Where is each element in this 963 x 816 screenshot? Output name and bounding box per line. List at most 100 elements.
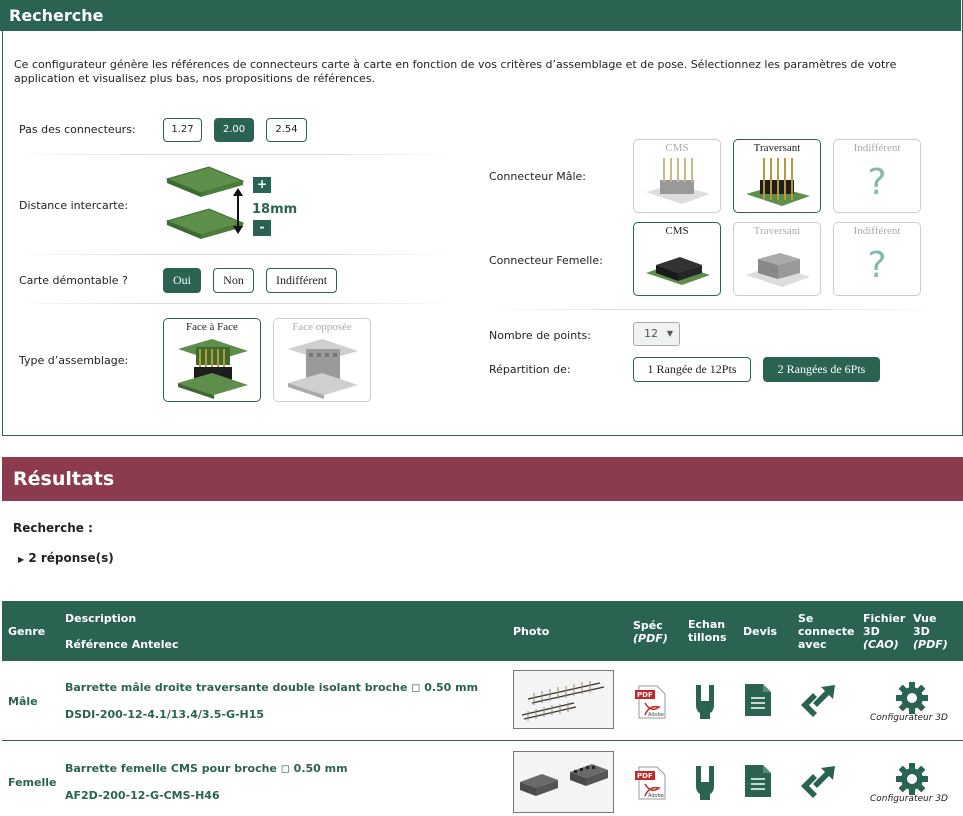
col-vue-1: Vue (913, 612, 937, 625)
pdf-icon[interactable]: PDF Adobe (635, 766, 667, 800)
male-cms-image (646, 158, 710, 204)
product-photo[interactable] (513, 670, 614, 729)
divider (14, 254, 454, 255)
configurateur-3d-link[interactable]: Configurateur 3D (870, 794, 948, 804)
chevron-down-icon: ▼ (666, 329, 673, 338)
row-description[interactable]: Barrette femelle CMS pour broche ◻ 0.50 … (65, 762, 348, 775)
distance-label: Distance intercarte: (19, 199, 129, 212)
col-spec: Spéc (PDF) (633, 619, 668, 645)
col-fichier-1: Fichier (863, 612, 906, 625)
option-caption: Face opposée (292, 321, 352, 333)
responses-toggle[interactable]: ▶ 2 réponse(s) (18, 551, 114, 565)
assemblage-face-a-face-option[interactable]: Face à Face (163, 318, 261, 402)
option-caption: Traversant (753, 225, 801, 237)
col-vue-3: (PDF) (913, 638, 948, 651)
face-opposee-image (288, 339, 358, 399)
male-indifferent-option[interactable]: Indifférent ? (833, 139, 921, 213)
col-reference: Référence Antelec (65, 638, 179, 651)
pdf-label: PDF (637, 772, 653, 780)
femelle-traversant-image (746, 253, 810, 287)
femelle-cms-image (646, 257, 710, 285)
gear-icon[interactable] (895, 681, 929, 715)
col-vue-2: 3D (913, 625, 930, 638)
femelle-label: Connecteur Femelle: (489, 254, 603, 267)
col-photo: Photo (513, 625, 550, 638)
samples-icon[interactable] (690, 764, 720, 800)
col-spec-label: Spéc (633, 619, 663, 632)
resultats-title: Résultats (2, 457, 963, 501)
demontable-non-button[interactable]: Non (213, 268, 254, 293)
col-echan-1: Echan (688, 618, 726, 631)
devis-document-icon[interactable] (745, 684, 771, 716)
col-connecte-2: connecte (798, 625, 855, 638)
pas-label: Pas des connecteurs: (19, 123, 136, 136)
pas-option-1-27[interactable]: 1.27 (163, 118, 202, 142)
divider (14, 154, 454, 155)
distance-minus-button[interactable]: - (253, 220, 271, 236)
col-fichier-3: (CAO) (863, 638, 899, 651)
row-description[interactable]: Barrette mâle droite traversante double … (65, 681, 478, 694)
repartition-1-rangee-button[interactable]: 1 Rangée de 12Pts (633, 357, 751, 382)
col-vue-3d: Vue 3D (PDF) (913, 612, 948, 651)
row-reference[interactable]: AF2D-200-12-G-CMS-H46 (65, 789, 220, 802)
option-caption: CMS (665, 225, 689, 237)
male-traversant-image (746, 158, 810, 206)
option-caption: Traversant (753, 142, 801, 154)
col-echan-2: tillons (688, 631, 727, 644)
devis-document-icon[interactable] (745, 765, 771, 797)
row-reference[interactable]: DSDI-200-12-4.1/13.4/3.5-G-H15 (65, 708, 264, 721)
pdf-icon[interactable]: PDF Adobe (635, 685, 667, 719)
distance-value: 18mm (252, 202, 298, 217)
col-fichier-2: 3D (863, 625, 880, 638)
option-caption: Indifférent (853, 225, 901, 237)
pas-option-2-00[interactable]: 2.00 (214, 118, 254, 142)
product-photo[interactable] (513, 751, 614, 813)
adobe-label: Adobe (648, 793, 664, 799)
male-traversant-option[interactable]: Traversant (733, 139, 821, 213)
male-header-photo (521, 681, 605, 721)
question-icon: ? (867, 245, 887, 286)
male-label: Connecteur Mâle: (489, 170, 587, 183)
male-cms-option[interactable]: CMS (633, 139, 721, 213)
recherche-title: Recherche (0, 0, 961, 31)
adobe-label: Adobe (648, 712, 664, 718)
femelle-cms-option[interactable]: CMS (633, 222, 721, 296)
col-connecte-3: avec (798, 638, 827, 651)
assemblage-face-opposee-option[interactable]: Face opposée (273, 318, 371, 402)
results-table-header: Genre Description Référence Antelec Phot… (2, 601, 963, 661)
femelle-indifferent-option[interactable]: Indifférent ? (833, 222, 921, 296)
femelle-traversant-option[interactable]: Traversant (733, 222, 821, 296)
option-caption: CMS (665, 142, 689, 154)
option-caption: Face à Face (186, 321, 238, 333)
recherche-summary-label: Recherche : (13, 521, 93, 535)
configurateur-3d-link[interactable]: Configurateur 3D (870, 713, 948, 723)
pas-option-2-54[interactable]: 2.54 (266, 118, 307, 142)
female-header-photo (520, 764, 608, 796)
demontable-indifferent-button[interactable]: Indifférent (266, 268, 337, 293)
samples-icon[interactable] (690, 683, 720, 719)
col-spec-sub: (PDF) (633, 632, 668, 645)
option-caption: Indifférent (853, 142, 901, 154)
distance-plus-button[interactable]: + (253, 177, 271, 193)
points-select[interactable]: 12 ▼ (633, 322, 680, 346)
distance-arrow-icon (233, 188, 243, 234)
caret-right-icon: ▶ (18, 555, 25, 564)
row-genre: Mâle (8, 695, 38, 708)
row-genre: Femelle (8, 776, 57, 789)
demontable-label: Carte démontable ? (19, 274, 128, 287)
repartition-2-rangees-button[interactable]: 2 Rangées de 6Pts (763, 357, 880, 382)
gear-icon[interactable] (895, 762, 929, 796)
repartition-label: Répartition de: (489, 363, 571, 376)
pdf-label: PDF (637, 691, 653, 699)
points-label: Nombre de points: (489, 329, 591, 342)
connect-with-icon[interactable] (799, 764, 837, 800)
col-connecte-1: Se (798, 612, 814, 625)
connect-with-icon[interactable] (799, 683, 837, 719)
table-row: Femelle Barrette femelle CMS pour broche… (2, 742, 963, 814)
col-connecte: Se connecte avec (798, 612, 854, 651)
points-value: 12 (644, 327, 658, 340)
question-icon: ? (867, 162, 887, 203)
col-echantillons: Echan tillons (688, 618, 727, 644)
demontable-oui-button[interactable]: Oui (163, 268, 201, 293)
assemblage-label: Type d’assemblage: (19, 354, 129, 367)
